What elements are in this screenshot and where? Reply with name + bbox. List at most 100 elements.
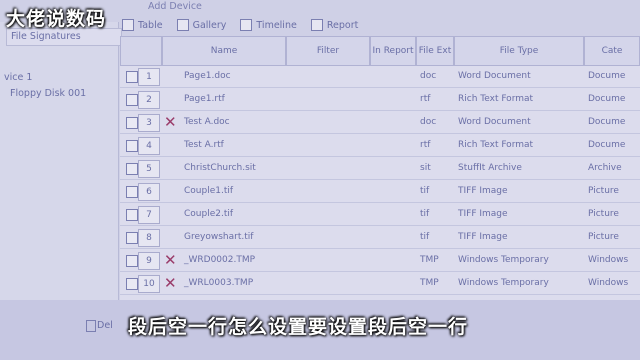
file-category: Docume <box>588 140 626 150</box>
file-table: Name Filter In Report File Ext File Type… <box>120 36 640 300</box>
table-checkbox[interactable] <box>122 19 134 31</box>
row-number: 4 <box>138 137 160 155</box>
header-category[interactable]: Cate <box>584 36 640 66</box>
file-category: Picture <box>588 232 619 242</box>
channel-watermark: 大佬说数码 <box>6 8 107 30</box>
gallery-checkbox[interactable] <box>176 19 189 31</box>
table-row[interactable]: 5 ChristChurch.sit sit StuffIt Archive Archi… <box>120 158 640 180</box>
delete-button[interactable]: Del <box>97 320 113 331</box>
file-category: Docume <box>588 94 626 104</box>
report-checkbox[interactable] <box>310 19 323 31</box>
row-checkbox[interactable] <box>126 209 138 221</box>
file-name: Test A.rtf <box>184 140 224 150</box>
file-name: _WRL0003.TMP <box>184 278 254 288</box>
row-number: 7 <box>138 206 160 224</box>
view-option-label: Table <box>138 19 163 31</box>
header-name[interactable]: Name <box>162 36 286 66</box>
file-category: Docume <box>588 71 626 81</box>
file-category: Windows <box>588 255 629 265</box>
file-name: Couple1.tif <box>184 186 234 196</box>
file-ext: tif <box>420 186 430 196</box>
file-ext: doc <box>420 71 437 81</box>
file-name: ChristChurch.sit <box>184 163 256 173</box>
table-row[interactable]: 2 Page1.rtf rtf Rich Text Format Docume <box>120 89 640 111</box>
add-device-button[interactable]: Add Device <box>148 0 202 14</box>
table-row[interactable]: 1 Page1.doc doc Word Document Docume <box>120 66 640 88</box>
file-type: TIFF Image <box>458 186 508 196</box>
left-panel: File Signatures vice 1 Floppy Disk 001 <box>0 22 122 308</box>
file-ext: TMP <box>420 278 439 288</box>
file-ext: sit <box>420 163 431 173</box>
header-file-ext[interactable]: File Ext <box>416 36 454 66</box>
view-option-table[interactable]: Table <box>122 19 163 31</box>
file-type: TIFF Image <box>458 232 508 242</box>
file-name: _WRD0002.TMP <box>184 255 256 265</box>
row-checkbox[interactable] <box>126 140 138 152</box>
view-option-timeline[interactable]: Timeline <box>240 19 297 31</box>
view-option-report[interactable]: Report <box>310 19 359 31</box>
view-option-label: Report <box>326 19 359 31</box>
file-category: Picture <box>588 186 619 196</box>
file-category: Picture <box>588 209 619 219</box>
header-select[interactable] <box>120 36 162 66</box>
file-type: Rich Text Format <box>458 94 534 104</box>
file-ext: rtf <box>420 94 431 104</box>
table-row[interactable]: 8 Greyowshart.tif tif TIFF Image Picture <box>120 227 640 249</box>
file-category: Windows <box>588 278 629 288</box>
file-name: Page1.rtf <box>184 94 225 104</box>
row-checkbox[interactable] <box>126 94 138 106</box>
row-number: 9 <box>138 252 160 270</box>
file-type: Windows Temporary <box>458 255 549 265</box>
table-row[interactable]: 7 Couple2.tif tif TIFF Image Picture <box>120 204 640 226</box>
row-checkbox[interactable] <box>126 163 138 175</box>
table-row[interactable]: 9 ✕ _WRD0002.TMP TMP Windows Temporary Window… <box>120 250 640 272</box>
file-type: StuffIt Archive <box>458 163 522 173</box>
row-checkbox[interactable] <box>126 278 138 290</box>
file-type: Word Document <box>458 71 531 81</box>
view-option-label: Gallery <box>192 19 227 31</box>
video-caption: 段后空一行怎么设置要设置段后空一行 <box>128 316 469 338</box>
row-number: 8 <box>138 229 160 247</box>
header-file-type[interactable]: File Type <box>454 36 584 66</box>
row-checkbox[interactable] <box>126 71 138 83</box>
table-row[interactable]: 6 Couple1.tif tif TIFF Image Picture <box>120 181 640 203</box>
row-checkbox[interactable] <box>126 232 138 244</box>
file-ext: rtf <box>420 140 431 150</box>
view-option-label: Timeline <box>256 19 297 31</box>
file-name: Couple2.tif <box>184 209 234 219</box>
file-type: Word Document <box>458 117 531 127</box>
file-category: Docume <box>588 117 626 127</box>
file-name: Test A.doc <box>184 117 230 127</box>
row-checkbox[interactable] <box>126 186 138 198</box>
row-number: 10 <box>138 275 160 293</box>
table-row[interactable]: 4 Test A.rtf rtf Rich Text Format Docume <box>120 135 640 157</box>
table-row[interactable]: 10 ✕ _WRL0003.TMP TMP Windows Temporary Windo… <box>120 273 640 295</box>
file-type: Windows Temporary <box>458 278 549 288</box>
trash-icon[interactable] <box>86 320 96 332</box>
file-type: TIFF Image <box>458 209 508 219</box>
deleted-x-icon: ✕ <box>164 274 177 292</box>
file-ext: tif <box>420 232 430 242</box>
file-ext: tif <box>420 209 430 219</box>
tree-item-floppy-disk[interactable]: Floppy Disk 001 <box>10 88 86 99</box>
table-row[interactable]: 3 ✕ Test A.doc doc Word Document Docume <box>120 112 640 134</box>
timeline-checkbox[interactable] <box>240 19 253 31</box>
view-options-bar: Table Gallery Timeline Report <box>122 14 640 36</box>
header-in-report[interactable]: In Report <box>370 36 416 66</box>
file-ext: TMP <box>420 255 439 265</box>
row-number: 3 <box>138 114 160 132</box>
file-category: Archive <box>588 163 622 173</box>
row-checkbox[interactable] <box>126 117 138 129</box>
view-option-gallery[interactable]: Gallery <box>176 19 227 31</box>
file-name: Page1.doc <box>184 71 231 81</box>
header-filter[interactable]: Filter <box>286 36 370 66</box>
row-number: 5 <box>138 160 160 178</box>
file-name: Greyowshart.tif <box>184 232 254 242</box>
file-type: Rich Text Format <box>458 140 534 150</box>
row-number: 2 <box>138 91 160 109</box>
tree-item-device[interactable]: vice 1 <box>4 72 32 83</box>
row-checkbox[interactable] <box>126 255 138 267</box>
row-number: 1 <box>138 68 160 86</box>
deleted-x-icon: ✕ <box>164 251 177 269</box>
row-number: 6 <box>138 183 160 201</box>
